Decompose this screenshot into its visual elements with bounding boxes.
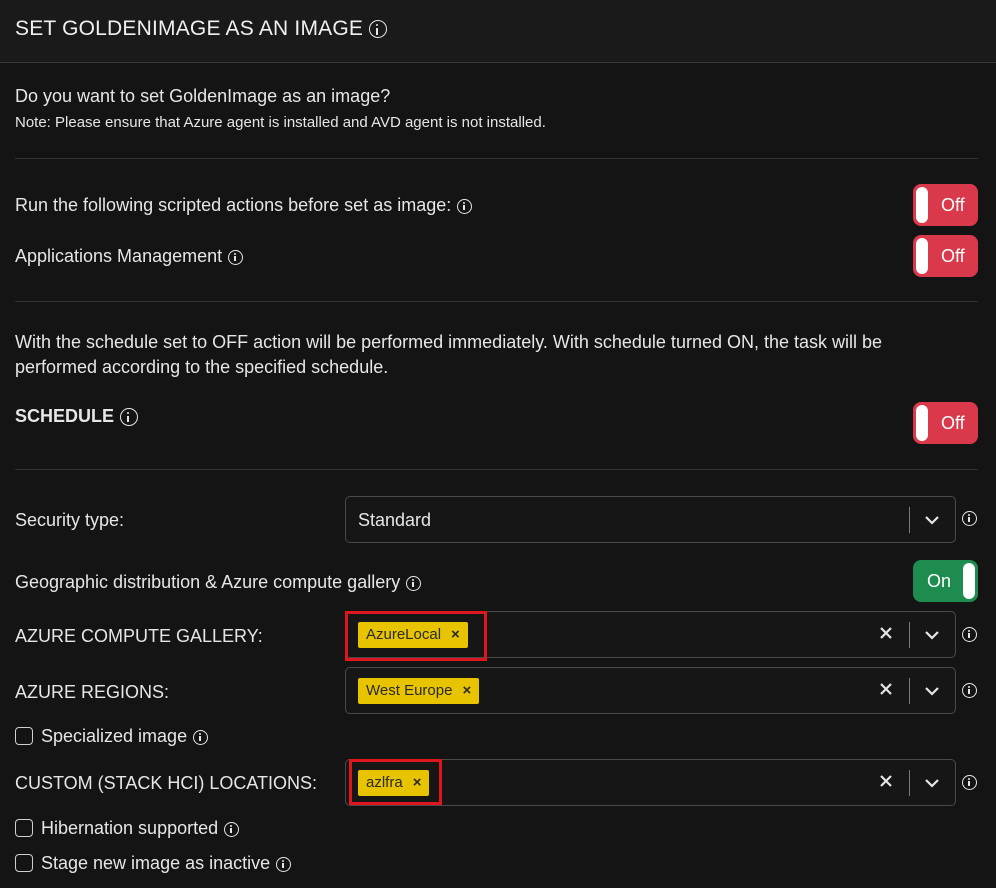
dialog-title: SET GOLDENIMAGE AS AN IMAGE xyxy=(15,17,388,41)
selected-chip: West Europe × xyxy=(358,678,480,704)
divider xyxy=(15,158,978,159)
divider xyxy=(15,469,978,470)
schedule-description: With the schedule set to OFF action will… xyxy=(15,332,883,377)
info-icon[interactable] xyxy=(962,775,977,790)
select-separator xyxy=(909,770,910,796)
applications-management-toggle[interactable]: Off xyxy=(913,235,978,277)
toggle-state: Off xyxy=(941,195,965,215)
dialog-header: SET GOLDENIMAGE AS AN IMAGE xyxy=(0,0,996,63)
info-icon[interactable] xyxy=(224,821,240,837)
hibernation-label: Hibernation supported xyxy=(41,818,219,838)
applications-management-label: Applications Management xyxy=(15,246,223,266)
stage-inactive-row: Stage new image as inactive xyxy=(41,853,292,874)
azure-regions-label: AZURE REGIONS: xyxy=(15,682,170,702)
clear-icon[interactable] xyxy=(878,625,894,641)
azure-compute-gallery-label: AZURE COMPUTE GALLERY: xyxy=(15,626,263,646)
specialized-image-checkbox[interactable] xyxy=(15,727,33,745)
chevron-down-icon[interactable] xyxy=(923,682,941,700)
info-icon[interactable] xyxy=(369,20,388,39)
scripted-actions-row: Run the following scripted actions befor… xyxy=(15,195,473,216)
select-separator xyxy=(909,507,910,533)
stage-inactive-checkbox[interactable] xyxy=(15,854,33,872)
chevron-down-icon[interactable] xyxy=(923,626,941,644)
security-type-value: Standard xyxy=(358,510,432,530)
geo-distribution-label: Geographic distribution & Azure compute … xyxy=(15,572,401,592)
info-icon[interactable] xyxy=(962,627,977,642)
divider xyxy=(15,301,978,302)
toggle-state: Off xyxy=(941,413,965,433)
security-type-label: Security type: xyxy=(15,510,125,530)
chevron-down-icon[interactable] xyxy=(923,511,941,529)
toggle-knob xyxy=(916,238,928,274)
select-separator xyxy=(909,622,910,648)
security-type-select[interactable]: Standard xyxy=(345,496,956,543)
toggle-knob xyxy=(916,405,928,441)
geo-distribution-toggle[interactable]: On xyxy=(913,560,978,602)
select-separator xyxy=(909,678,910,704)
toggle-state: On xyxy=(927,571,952,591)
scripted-actions-toggle[interactable]: Off xyxy=(913,184,978,226)
info-icon[interactable] xyxy=(406,575,422,591)
chip-label: West Europe xyxy=(366,682,453,699)
info-icon[interactable] xyxy=(962,683,977,698)
schedule-toggle[interactable]: Off xyxy=(913,402,978,444)
info-icon[interactable] xyxy=(457,198,473,214)
highlight-box xyxy=(345,611,487,661)
clear-icon[interactable] xyxy=(878,681,894,697)
highlight-box xyxy=(349,759,442,805)
info-icon[interactable] xyxy=(120,408,139,427)
intro-note: Note: Please ensure that Azure agent is … xyxy=(15,114,546,131)
toggle-state: Off xyxy=(941,246,965,266)
toggle-knob xyxy=(963,563,975,599)
schedule-heading: SCHEDULE xyxy=(15,406,139,427)
azure-regions-select[interactable]: West Europe × xyxy=(345,667,956,714)
custom-locations-label: CUSTOM (STACK HCI) LOCATIONS: xyxy=(15,773,318,793)
hibernation-row: Hibernation supported xyxy=(41,818,240,839)
info-icon[interactable] xyxy=(193,729,209,745)
specialized-image-label: Specialized image xyxy=(41,726,188,746)
geo-distribution-row: Geographic distribution & Azure compute … xyxy=(15,572,422,593)
stage-inactive-label: Stage new image as inactive xyxy=(41,853,271,873)
scripted-actions-label: Run the following scripted actions befor… xyxy=(15,195,452,215)
specialized-image-row: Specialized image xyxy=(41,726,209,747)
info-icon[interactable] xyxy=(228,249,244,265)
applications-management-row: Applications Management xyxy=(15,246,244,267)
toggle-knob xyxy=(916,187,928,223)
clear-icon[interactable] xyxy=(878,773,894,789)
intro-question: Do you want to set GoldenImage as an ima… xyxy=(15,86,391,106)
schedule-label: SCHEDULE xyxy=(15,406,115,426)
chip-remove-icon[interactable]: × xyxy=(462,678,471,704)
dialog-title-text: SET GOLDENIMAGE AS AN IMAGE xyxy=(15,17,364,40)
info-icon[interactable] xyxy=(962,511,977,526)
info-icon[interactable] xyxy=(276,856,292,872)
hibernation-checkbox[interactable] xyxy=(15,819,33,837)
chevron-down-icon[interactable] xyxy=(923,774,941,792)
